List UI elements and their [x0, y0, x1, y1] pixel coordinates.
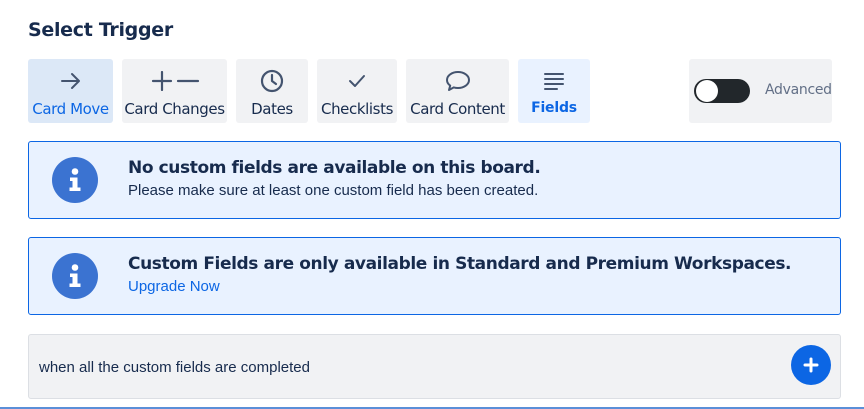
clock-icon: [260, 69, 284, 93]
page-title: Select Trigger: [28, 19, 173, 41]
tab-dates[interactable]: Dates: [236, 59, 308, 123]
notice-title: Custom Fields are only available in Stan…: [128, 254, 791, 274]
notice-upgrade-required: Custom Fields are only available in Stan…: [28, 237, 841, 315]
tab-card-move[interactable]: Card Move: [28, 59, 113, 123]
tab-checklists[interactable]: Checklists: [317, 59, 397, 123]
advanced-label: Advanced: [765, 82, 832, 98]
advanced-toggle[interactable]: [694, 79, 750, 103]
notice-body: Please make sure at least one custom fie…: [128, 182, 538, 199]
tab-label: Card Changes: [124, 100, 224, 118]
lines-icon: [543, 72, 565, 90]
tab-label: Card Content: [410, 100, 505, 118]
trigger-option-row: when all the custom fields are completed: [28, 334, 841, 399]
upgrade-now-link[interactable]: Upgrade Now: [128, 278, 220, 295]
notice-title: No custom fields are available on this b…: [128, 158, 540, 178]
tab-fields[interactable]: Fields: [518, 59, 590, 123]
checkmark-icon: [347, 73, 367, 89]
toggle-knob: [696, 80, 718, 102]
tab-label: Dates: [251, 100, 293, 118]
plus-icon: [803, 357, 819, 373]
advanced-panel: Advanced: [689, 59, 832, 123]
tab-card-content[interactable]: Card Content: [406, 59, 509, 123]
add-trigger-button[interactable]: [791, 345, 831, 385]
arrow-right-icon: [59, 71, 83, 91]
tab-card-changes[interactable]: Card Changes: [122, 59, 227, 123]
tab-label: Fields: [531, 100, 577, 116]
tab-label: Checklists: [321, 100, 393, 118]
info-icon: [52, 157, 98, 203]
trigger-text: when all the custom fields are completed: [39, 359, 310, 376]
plus-minus-icon: [150, 71, 200, 91]
info-icon: [52, 253, 98, 299]
tab-label: Card Move: [32, 100, 108, 118]
speech-bubble-icon: [445, 70, 471, 92]
notice-no-custom-fields: No custom fields are available on this b…: [28, 141, 841, 219]
